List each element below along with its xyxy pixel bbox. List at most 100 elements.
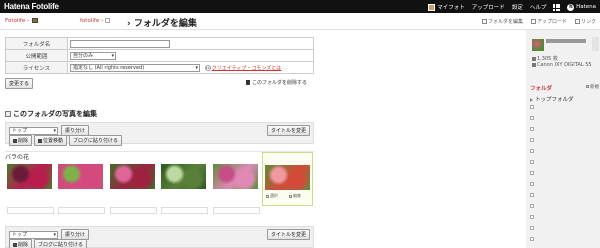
caption-field[interactable]	[58, 207, 105, 214]
photo-thumbnail[interactable]	[7, 164, 52, 189]
folder-item-icon[interactable]	[530, 226, 534, 230]
folder-outline-icon	[105, 18, 111, 23]
delete-icon	[13, 242, 17, 247]
sidebar-scroll-indicator[interactable]	[592, 37, 599, 51]
photo-count: 1,305 枚	[532, 55, 558, 62]
user-avatar[interactable]	[532, 39, 544, 51]
folder-item-icon[interactable]	[530, 182, 534, 186]
photo-cell[interactable]	[211, 152, 262, 204]
nav-myphoto[interactable]: マイフォト	[428, 3, 465, 11]
nav-settings[interactable]: 設定	[512, 3, 523, 11]
caption-field[interactable]	[161, 207, 208, 214]
breadcrumb-user[interactable]: fotolife ›	[80, 18, 111, 24]
select-checkbox[interactable]: 選択	[266, 193, 278, 199]
nav-help[interactable]: ヘルプ	[530, 3, 547, 11]
blog-paste-button[interactable]: ブログに貼り付ける	[69, 135, 123, 146]
folder-icon	[32, 18, 39, 23]
section-title: このフォルダの写真を編集	[5, 109, 97, 119]
change-button[interactable]: 変更する	[5, 78, 34, 89]
nav-upload[interactable]: アップロード	[472, 3, 505, 11]
delete-folder-link[interactable]: このフォルダを削除する	[246, 79, 307, 86]
camera-model[interactable]: Canon IXY DIGITAL 55	[532, 62, 592, 68]
move-position-button[interactable]: 位置移動	[34, 135, 68, 146]
folder-item-icon[interactable]	[530, 204, 534, 208]
link-icon	[574, 19, 580, 24]
photo-cell[interactable]	[56, 152, 107, 204]
folder-item-icon[interactable]	[530, 127, 534, 131]
page-title: › フォルダを編集	[127, 19, 197, 29]
photo-thumbnail[interactable]	[58, 164, 103, 189]
hatena-fotolife-logo[interactable]: Hatena Fotolife	[4, 2, 59, 11]
creative-commons-icon: cc	[204, 64, 211, 71]
camera-icon	[532, 62, 536, 67]
move-folder-select[interactable]: トップ	[9, 230, 58, 239]
global-header: Hatena Fotolife マイフォト アップロード 設定 ヘルプ h Ha…	[0, 0, 600, 13]
checkbox-icon	[266, 194, 269, 198]
upload-link[interactable]: アップロード	[530, 18, 567, 25]
form-row-license: ライセンス 指定なし (All rights reserved) ccクリエイテ…	[5, 61, 314, 74]
section-marker-icon	[5, 111, 11, 117]
photo-cell[interactable]	[159, 152, 210, 204]
nav-hatena[interactable]: h Hatena	[567, 3, 596, 11]
photo-thumbnail[interactable]	[161, 164, 206, 189]
photo-cell[interactable]	[5, 152, 56, 204]
photo-icon	[532, 56, 536, 61]
photo-cell-selected[interactable]: 選択 編集	[262, 152, 313, 206]
delete-photos-button[interactable]: 削除	[9, 239, 33, 248]
upload-icon	[530, 19, 536, 24]
user-avatar-icon	[428, 4, 436, 11]
new-folder-link[interactable]: 新規	[586, 84, 599, 90]
photo-toolbar-bottom: トップ 振り分け タイトルを変更 削除 ブログに貼り付ける	[5, 226, 314, 248]
caption-field[interactable]	[7, 207, 54, 214]
folders-heading: フォルダ	[530, 86, 553, 92]
caption-field[interactable]	[213, 207, 260, 214]
caption-field[interactable]	[110, 207, 157, 214]
visibility-label: 公開範囲	[5, 49, 68, 62]
hatena-mark-icon: h	[567, 3, 575, 11]
trash-icon	[246, 80, 250, 85]
move-folder-select[interactable]: トップ	[9, 126, 58, 135]
folder-top-item[interactable]: トップフォルダ	[530, 95, 574, 103]
photo-toolbar-top: トップ 振り分け タイトルを変更 削除 位置移動 ブログに貼り付ける	[5, 122, 314, 146]
folder-item-icon[interactable]	[530, 105, 534, 109]
form-row-name: フォルダ名	[5, 37, 314, 50]
edit-icon	[481, 19, 487, 24]
delete-photos-button[interactable]: 削除	[9, 135, 33, 146]
link-link[interactable]: リンク	[574, 18, 596, 25]
apps-grid-icon[interactable]	[553, 3, 561, 11]
creative-commons-link[interactable]: クリエイティブ・コモンズとは	[212, 65, 282, 71]
photo-thumbnail[interactable]	[213, 164, 258, 189]
title-change-button[interactable]: タイトルを変更	[266, 125, 310, 136]
photo-grid: 選択 編集 バラの花	[5, 151, 314, 216]
folder-item-icon[interactable]	[530, 171, 534, 175]
move-icon	[38, 138, 43, 143]
folder-item-icon[interactable]	[530, 160, 534, 164]
license-select[interactable]: 指定なし (All rights reserved)	[70, 63, 200, 72]
expand-arrow-icon	[530, 97, 533, 102]
title-bar: Fotolife › fotolife › › フォルダを編集 フォルダを編集 …	[0, 13, 600, 30]
license-label: ライセンス	[5, 61, 68, 74]
folder-item-icon[interactable]	[530, 193, 534, 197]
checkbox-icon	[289, 194, 292, 198]
delete-icon	[13, 138, 17, 143]
folder-name-input[interactable]	[70, 39, 170, 48]
edit-folder-link[interactable]: フォルダを編集	[481, 18, 523, 25]
folder-name-label: フォルダ名	[5, 37, 68, 50]
photo-thumbnail[interactable]	[265, 165, 310, 190]
folder-item-icon[interactable]	[530, 237, 534, 241]
breadcrumb-home[interactable]: Fotolife ›	[5, 18, 39, 24]
sidebar: 1,305 枚 Canon IXY DIGITAL 55 フォルダ 新規 トップ…	[526, 30, 600, 248]
add-icon	[586, 85, 589, 88]
title-change-button[interactable]: タイトルを変更	[266, 229, 310, 240]
edit-checkbox[interactable]: 編集	[289, 193, 301, 199]
folder-item-icon[interactable]	[530, 138, 534, 142]
title-tools: フォルダを編集 アップロード リンク	[481, 18, 596, 25]
photo-thumbnail[interactable]	[110, 164, 155, 189]
photo-cell[interactable]	[108, 152, 159, 204]
folder-item-icon[interactable]	[530, 215, 534, 219]
user-name-placeholder	[546, 39, 586, 43]
folder-item-icon[interactable]	[530, 149, 534, 153]
folder-item-icon[interactable]	[530, 116, 534, 120]
visibility-select[interactable]: 自分のみ	[70, 51, 116, 60]
blog-paste-button[interactable]: ブログに貼り付ける	[34, 239, 88, 248]
